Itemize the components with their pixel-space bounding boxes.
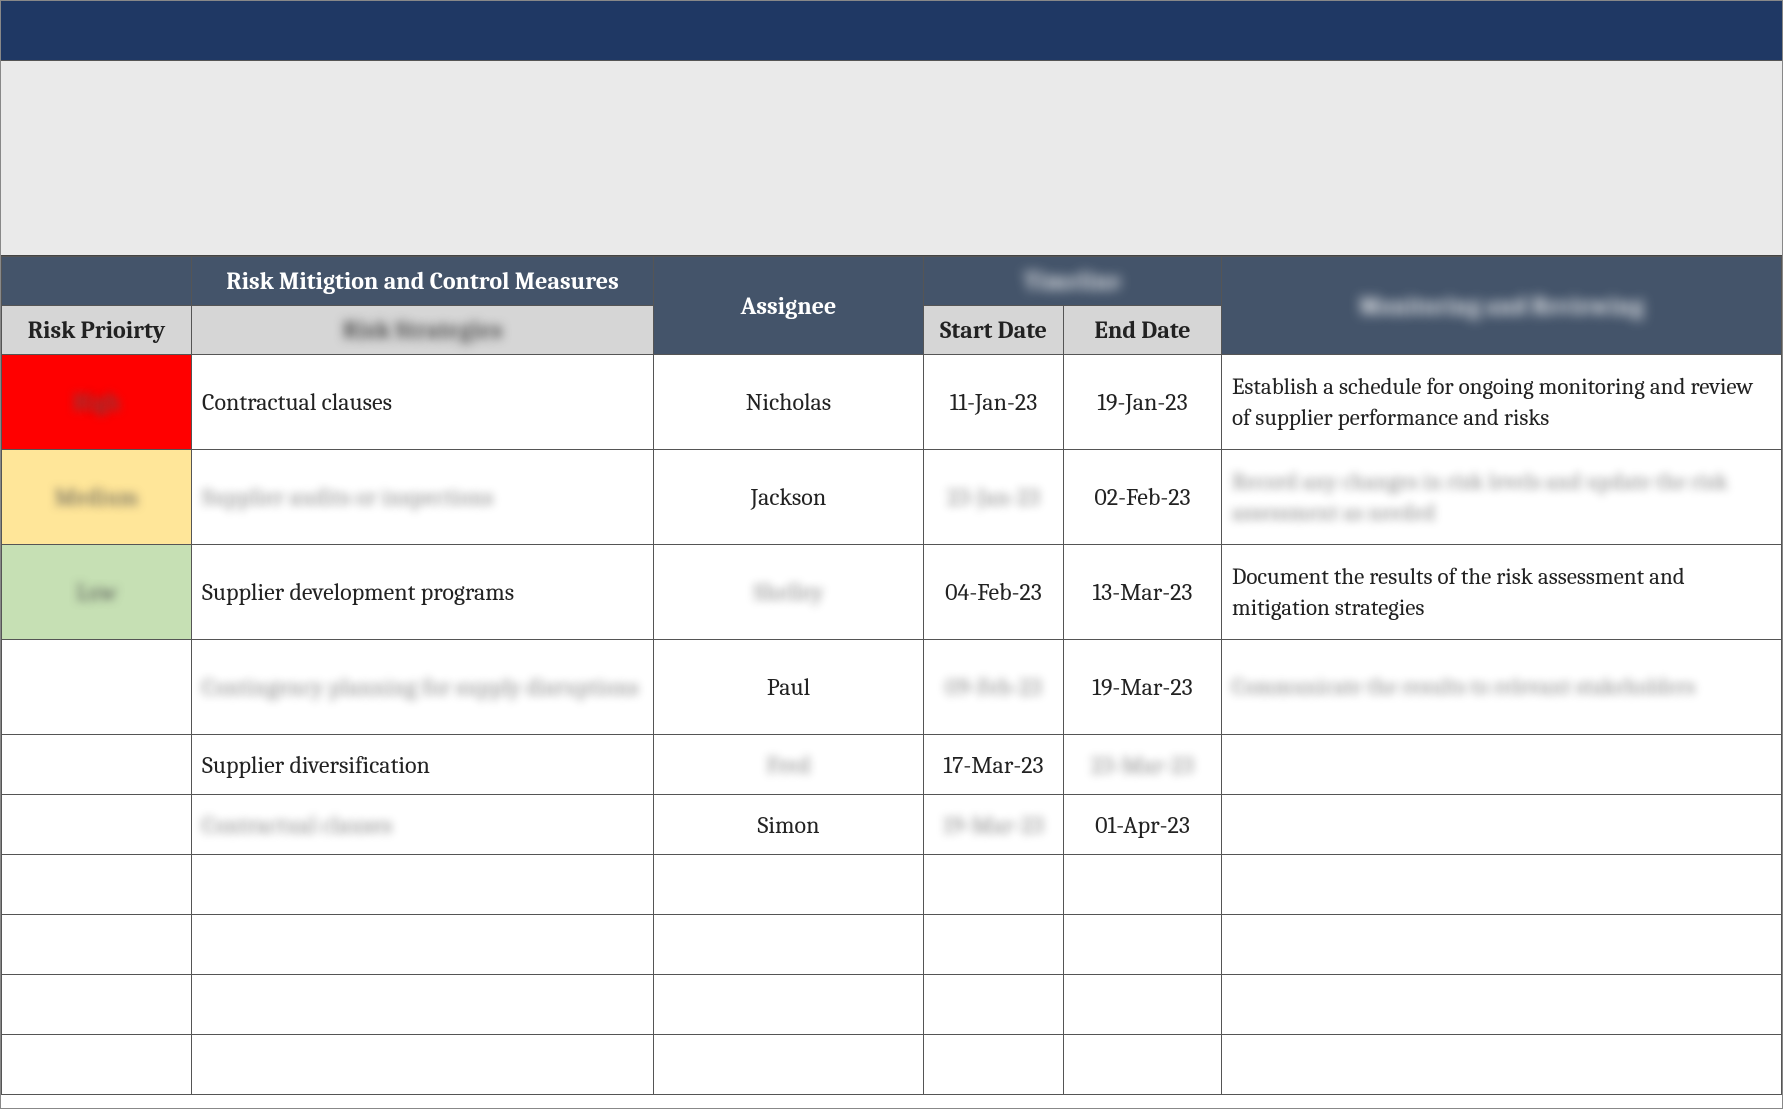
header-end-date: End Date bbox=[1064, 306, 1222, 355]
cell-start: 09-Feb-23 bbox=[924, 640, 1064, 735]
cell-start: 04-Feb-23 bbox=[924, 545, 1064, 640]
cell-strategy: Supplier development programs bbox=[192, 545, 654, 640]
cell-strategy: Contingency planning for supply disrupti… bbox=[192, 640, 654, 735]
table-row: Contingency planning for supply disrupti… bbox=[2, 640, 1782, 735]
table-row-empty bbox=[2, 855, 1782, 915]
cell-end: 01-Apr-23 bbox=[1064, 795, 1222, 855]
header-start-date: Start Date bbox=[924, 306, 1064, 355]
cell-end: 23-Mar-23 bbox=[1064, 735, 1222, 795]
table-header-row-1: Risk Mitigtion and Control Measures Assi… bbox=[2, 257, 1782, 306]
risk-table: Risk Mitigtion and Control Measures Assi… bbox=[1, 256, 1782, 1095]
cell-priority bbox=[2, 735, 192, 795]
cell-end: 19-Jan-23 bbox=[1064, 355, 1222, 450]
cell-assignee: Fred bbox=[654, 735, 924, 795]
cell-monitor: Establish a schedule for ongoing monitor… bbox=[1222, 355, 1782, 450]
cell-priority bbox=[2, 640, 192, 735]
header-risk-strategies: Risk Strategies bbox=[192, 306, 654, 355]
top-bar bbox=[1, 1, 1782, 61]
cell-strategy: Contractual clauses bbox=[192, 355, 654, 450]
cell-start: 17-Mar-23 bbox=[924, 735, 1064, 795]
cell-assignee: Shelley bbox=[654, 545, 924, 640]
table-row: Medium Supplier audits or inspections Ja… bbox=[2, 450, 1782, 545]
cell-monitor: Communicate the results to relevant stak… bbox=[1222, 640, 1782, 735]
cell-end: 13-Mar-23 bbox=[1064, 545, 1222, 640]
cell-monitor bbox=[1222, 795, 1782, 855]
cell-monitor: Record any changes in risk levels and up… bbox=[1222, 450, 1782, 545]
cell-monitor: Document the results of the risk assessm… bbox=[1222, 545, 1782, 640]
table-row: Supplier diversification Fred 17-Mar-23 … bbox=[2, 735, 1782, 795]
cell-end: 02-Feb-23 bbox=[1064, 450, 1222, 545]
table-row-empty bbox=[2, 975, 1782, 1035]
cell-assignee: Nicholas bbox=[654, 355, 924, 450]
cell-assignee: Paul bbox=[654, 640, 924, 735]
cell-start: 23-Jan-23 bbox=[924, 450, 1064, 545]
cell-monitor bbox=[1222, 735, 1782, 795]
header-monitoring: Monitoring and Reviewing bbox=[1222, 257, 1782, 355]
cell-priority: Low bbox=[2, 545, 192, 640]
cell-start: 19-Mar-23 bbox=[924, 795, 1064, 855]
header-risk-mitigation: Risk Mitigtion and Control Measures bbox=[192, 257, 654, 306]
table-row-empty bbox=[2, 915, 1782, 975]
cell-end: 19-Mar-23 bbox=[1064, 640, 1222, 735]
cell-strategy: Supplier audits or inspections bbox=[192, 450, 654, 545]
document-frame: Risk Mitigtion and Control Measures Assi… bbox=[0, 0, 1783, 1109]
cell-assignee: Simon bbox=[654, 795, 924, 855]
cell-strategy: Supplier diversification bbox=[192, 735, 654, 795]
cell-assignee: Jackson bbox=[654, 450, 924, 545]
table-row: High Contractual clauses Nicholas 11-Jan… bbox=[2, 355, 1782, 450]
table-row-empty bbox=[2, 1035, 1782, 1095]
cell-priority: Medium bbox=[2, 450, 192, 545]
cell-start: 11-Jan-23 bbox=[924, 355, 1064, 450]
header-blank bbox=[2, 257, 192, 306]
header-risk-priority: Risk Prioirty bbox=[2, 306, 192, 355]
header-timeline: Timeline bbox=[924, 257, 1222, 306]
cell-priority: High bbox=[2, 355, 192, 450]
header-spacer bbox=[1, 61, 1782, 256]
cell-priority bbox=[2, 795, 192, 855]
table-row: Low Supplier development programs Shelle… bbox=[2, 545, 1782, 640]
cell-strategy: Contractual clauses bbox=[192, 795, 654, 855]
header-assignee: Assignee bbox=[654, 257, 924, 355]
table-row: Contractual clauses Simon 19-Mar-23 01-A… bbox=[2, 795, 1782, 855]
